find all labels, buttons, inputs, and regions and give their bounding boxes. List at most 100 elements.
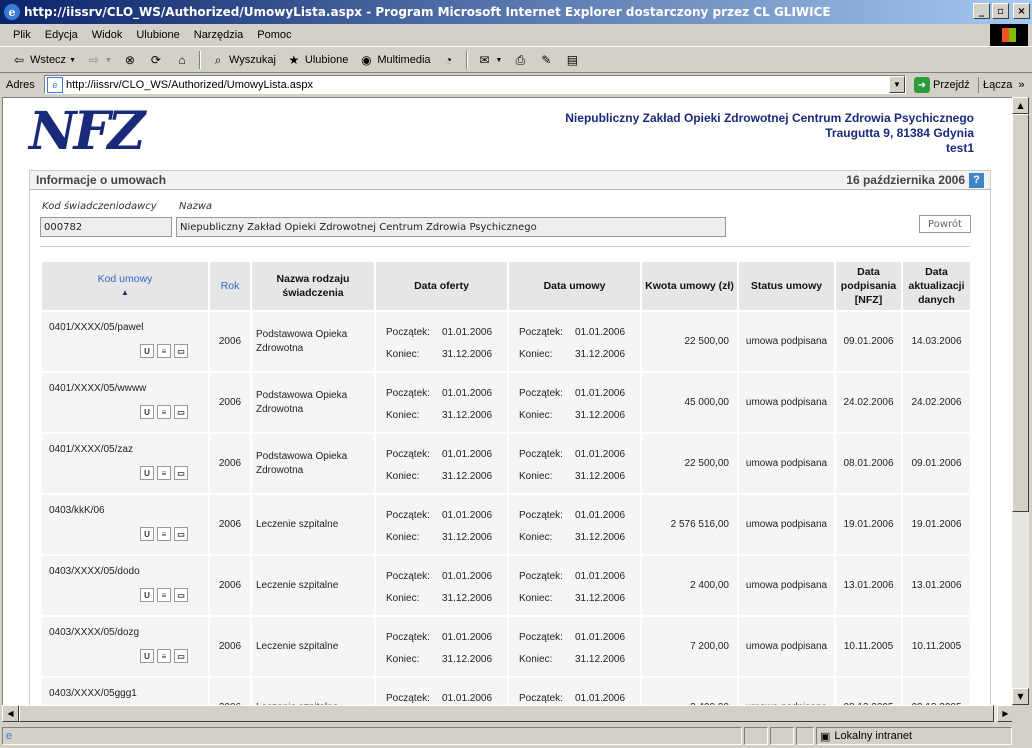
nazwa: Podstawowa Opieka Zdrowotna [256,450,348,476]
rok: 2006 [218,458,242,469]
cell-podpisania: 08.12.2005 [836,678,903,705]
contract-code[interactable]: 0403/XXXX/05/dodo [49,566,140,577]
links-button[interactable]: Łącza » [978,77,1024,93]
cell-data-oferty: Początek: 01.01.2006 Koniec: 31.12.2006 [376,312,509,371]
end-date: 31.12.2006 [442,532,493,543]
contract-code[interactable]: 0401/XXXX/05/zaz [49,444,133,455]
contract-code[interactable]: 0401/XXXX/05/wwww [49,383,146,394]
address-dropdown-button[interactable]: ▼ [889,76,905,93]
cell-kwota: 2 400,00 [642,678,739,705]
cell-kwota: 2 576 516,00 [642,495,739,554]
header-rok[interactable]: Rok [210,262,252,310]
back-nav-button[interactable]: Powrót [919,215,971,233]
cell-podpisania: 10.11.2005 [836,617,903,676]
vertical-scrollbar[interactable]: ▲ ▼ [1012,97,1029,705]
contract-code[interactable]: 0401/XXXX/05/pawel [49,322,144,333]
contract-details-icon[interactable]: ≡ [157,405,171,419]
forward-arrow-icon: ⇨ [88,53,100,67]
end-date: 31.12.2006 [575,532,626,543]
menu-bar: Plik Edycja Widok Ulubione Narzędzia Pom… [0,24,1032,47]
end-date: 31.12.2006 [575,654,626,665]
go-button[interactable]: ➜ Przejdź [914,77,970,93]
contract-annex-icon[interactable]: ▭ [174,344,188,358]
contract-code[interactable]: 0403/XXXX/05/dozg [49,627,139,638]
menu-tools[interactable]: Narzędzia [187,29,251,41]
contract-u-icon[interactable]: U [140,588,154,602]
vertical-scroll-thumb[interactable] [1012,114,1029,512]
status-cell-1 [744,727,768,745]
menu-file[interactable]: Plik [6,29,38,41]
contract-code[interactable]: 0403/kkK/06 [49,505,105,516]
contract-u-icon[interactable]: U [140,649,154,663]
discuss-button[interactable]: ▤ [561,52,583,68]
contract-code[interactable]: 0403/XXXX/05ggg1 [49,688,137,699]
history-button[interactable]: ◔ [438,52,460,68]
contract-annex-icon[interactable]: ▭ [174,405,188,419]
cell-podpisania: 24.02.2006 [836,373,903,432]
minimize-button[interactable]: _ [973,3,990,19]
back-button[interactable]: ⇦ Wstecz ▼ [8,52,79,68]
cell-kod: 0401/XXXX/05/wwww U ≡ ▭ [42,373,210,432]
contract-annex-icon[interactable]: ▭ [174,649,188,663]
nazwa: Leczenie szpitalne [256,579,339,591]
forward-button[interactable]: ⇨ ▼ [83,52,115,68]
start-label: Początek: [519,449,563,460]
favorites-label: Ulubione [304,54,349,66]
contract-u-icon[interactable]: U [140,527,154,541]
contract-details-icon[interactable]: ≡ [157,466,171,480]
home-button[interactable]: ⌂ [171,52,193,68]
maximize-button[interactable]: ▫ [992,3,1009,19]
favorites-button[interactable]: ★ Ulubione [283,52,351,68]
cell-rok: 2006 [210,678,252,705]
menu-help[interactable]: Pomoc [250,29,298,41]
start-label: Początek: [386,388,430,399]
refresh-button[interactable]: ⟳ [145,52,167,68]
contract-u-icon[interactable]: U [140,344,154,358]
edit-button[interactable]: ✎ [535,52,557,68]
contract-annex-icon[interactable]: ▭ [174,466,188,480]
scroll-left-button[interactable]: ◀ [2,705,19,722]
status-cell-2 [770,727,794,745]
stop-button[interactable]: ⊗ [119,52,141,68]
help-icon[interactable]: ? [969,172,984,188]
contract-annex-icon[interactable]: ▭ [174,588,188,602]
contract-details-icon[interactable]: ≡ [157,344,171,358]
data-aktualizacji: 19.01.2006 [911,519,962,530]
close-button[interactable]: × [1013,3,1030,19]
horizontal-scrollbar[interactable]: ◀ ▶ [2,705,1014,722]
mail-button[interactable]: ✉ ▼ [474,52,506,68]
cell-data-oferty: Początek:01.01.2006Koniec: [376,678,509,705]
address-input[interactable]: e http://iissrv/CLO_WS/Authorized/UmowyL… [44,75,906,94]
search-button[interactable]: ⌕ Wyszukaj [207,52,279,68]
end-label: Koniec: [386,654,420,665]
menu-view[interactable]: Widok [85,29,130,41]
panel-title: Informacje o umowach [36,173,167,187]
page-icon: e [47,76,63,93]
header-kod-label: Kod umowy [97,273,153,285]
contract-u-icon[interactable]: U [140,405,154,419]
horizontal-scroll-thumb[interactable] [19,705,994,722]
contract-annex-icon[interactable]: ▭ [174,527,188,541]
contract-u-icon[interactable]: U [140,466,154,480]
cell-data-umowy: Początek: 01.01.2006 Koniec: 31.12.2006 [509,556,642,615]
start-date: 01.01.2006 [575,510,626,521]
menu-favorites[interactable]: Ulubione [129,29,186,41]
end-date: 31.12.2006 [575,593,626,604]
menu-edit[interactable]: Edycja [38,29,85,41]
contract-details-icon[interactable]: ≡ [157,527,171,541]
end-date: 31.12.2006 [575,410,626,421]
contract-details-icon[interactable]: ≡ [157,649,171,663]
scroll-down-button[interactable]: ▼ [1012,688,1029,705]
header-kod[interactable]: Kod umowy ▲ [42,262,210,310]
table-row: 0403/XXXX/05/dozg U ≡ ▭ 2006 Leczenie szpital… [42,617,970,676]
print-button[interactable]: ⎙ [509,52,531,68]
scroll-up-button[interactable]: ▲ [1012,97,1029,114]
cell-data-oferty: Początek: 01.01.2006 Koniec: 31.12.2006 [376,434,509,493]
history-icon: ◔ [444,53,453,67]
header-kwota: Kwota umowy (zł) [642,262,739,310]
address-label: Adres [6,79,35,91]
data-aktualizacji: 13.01.2006 [911,580,962,591]
media-button[interactable]: ◉ Multimedia [355,52,433,68]
contract-details-icon[interactable]: ≡ [157,588,171,602]
cell-status: umowa podpisana [739,312,836,371]
